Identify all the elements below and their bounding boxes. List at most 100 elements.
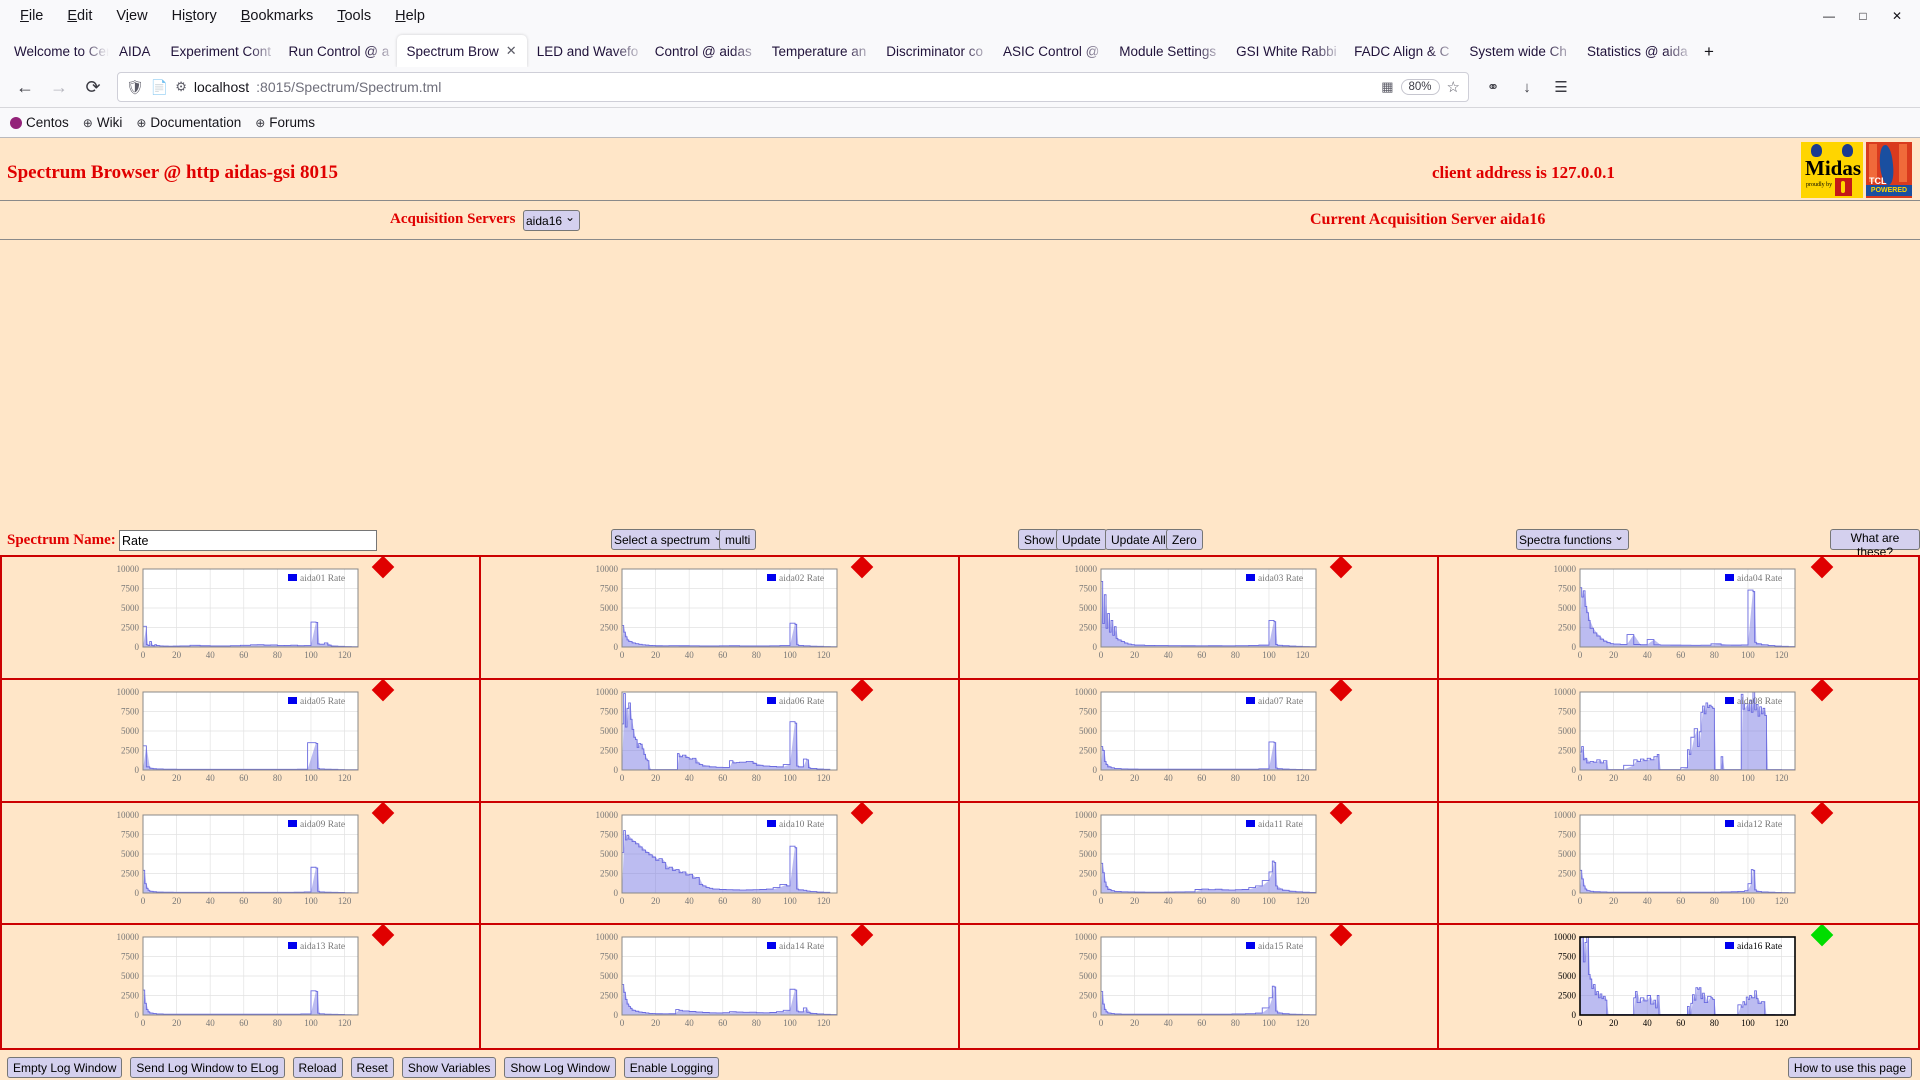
gallery-cell[interactable]: 0 2500 5000 7500 10000 0 20 40 60 80 100 120 aida05 … bbox=[2, 679, 481, 803]
browser-tab-8[interactable]: Discriminator co bbox=[876, 35, 993, 67]
menu-file[interactable]: File bbox=[8, 5, 55, 27]
spectrum-marker[interactable] bbox=[371, 925, 395, 947]
update-all-button[interactable]: Update All bbox=[1105, 529, 1172, 550]
spectrum-marker[interactable] bbox=[371, 557, 395, 579]
address-bar[interactable]: 🛡 📄 ⚙ localhost:8015/Spectrum/Spectrum.t… bbox=[117, 72, 1469, 102]
browser-tab-3[interactable]: Run Control @ a bbox=[279, 35, 397, 67]
show-button[interactable]: Show bbox=[1018, 529, 1061, 550]
bookmark-wiki[interactable]: ⊕ Wiki bbox=[83, 115, 123, 130]
spectrum-plot[interactable]: 0 2500 5000 7500 10000 0 20 40 60 80 100 120 aida13 … bbox=[97, 933, 362, 1033]
bookmark-centos[interactable]: Centos bbox=[10, 115, 69, 130]
forward-icon[interactable]: → bbox=[43, 71, 75, 103]
spectrum-plot[interactable]: 0 2500 5000 7500 10000 0 20 40 60 80 100 120 aida03 … bbox=[1055, 565, 1320, 665]
gallery-cell[interactable]: 0 2500 5000 7500 10000 0 20 40 60 80 100 120 aida02 … bbox=[481, 557, 960, 680]
browser-tab-7[interactable]: Temperature an bbox=[762, 35, 877, 67]
reload-button[interactable]: Reload bbox=[292, 1057, 343, 1078]
show-log-window-button[interactable]: Show Log Window bbox=[504, 1057, 616, 1078]
spectrum-plot[interactable]: 0 2500 5000 7500 10000 0 20 40 60 80 100 120 aida04 … bbox=[1534, 565, 1799, 665]
gallery-cell[interactable]: 0 2500 5000 7500 10000 0 20 40 60 80 100 120 aida06 … bbox=[481, 679, 960, 803]
browser-tab-4[interactable]: Spectrum Brow ✕ bbox=[396, 35, 527, 67]
menu-view[interactable]: View bbox=[104, 5, 159, 27]
browser-tab-14[interactable]: Statistics @ aida bbox=[1577, 35, 1695, 67]
browser-tab-0[interactable]: Welcome to Cen bbox=[4, 35, 109, 67]
multi-button[interactable]: multi bbox=[719, 529, 757, 550]
downloads-icon[interactable]: ↓ bbox=[1511, 71, 1543, 103]
spectrum-plot[interactable]: 0 2500 5000 7500 10000 0 20 40 60 80 100 120 aida08 … bbox=[1534, 688, 1799, 788]
spectrum-plot[interactable]: 0 2500 5000 7500 10000 0 20 40 60 80 100 120 aida06 … bbox=[576, 688, 841, 788]
gallery-cell[interactable]: 0 2500 5000 7500 10000 0 20 40 60 80 100 120 aida13 … bbox=[2, 925, 481, 1048]
app-menu-icon[interactable]: ☰ bbox=[1545, 71, 1577, 103]
menu-help[interactable]: Help bbox=[383, 5, 437, 27]
browser-tab-13[interactable]: System wide Ch bbox=[1459, 35, 1577, 67]
spectrum-plot[interactable]: 0 2500 5000 7500 10000 0 20 40 60 80 100 120 aida07 … bbox=[1055, 688, 1320, 788]
update-button[interactable]: Update bbox=[1056, 529, 1107, 550]
bookmark-forums[interactable]: ⊕ Forums bbox=[255, 115, 315, 130]
spectrum-plot[interactable]: 0 2500 5000 7500 10000 0 20 40 60 80 100 120 aida01 … bbox=[97, 565, 362, 665]
spectrum-marker[interactable] bbox=[1329, 557, 1353, 579]
reader-mode-icon[interactable]: ▦ bbox=[1381, 79, 1393, 95]
spectrum-plot[interactable]: 0 2500 5000 7500 10000 0 20 40 60 80 100 120 aida11 … bbox=[1055, 811, 1320, 911]
spectrum-plot[interactable]: 0 2500 5000 7500 10000 0 20 40 60 80 100 120 aida16 … bbox=[1534, 933, 1799, 1033]
spectrum-marker[interactable] bbox=[850, 802, 874, 824]
how-to-use-this-page-button[interactable]: How to use this page bbox=[1787, 1057, 1912, 1078]
spectrum-plot[interactable]: 0 2500 5000 7500 10000 0 20 40 60 80 100 120 aida10 … bbox=[576, 811, 841, 911]
spectrum-plot[interactable]: 0 2500 5000 7500 10000 0 20 40 60 80 100 120 aida15 … bbox=[1055, 933, 1320, 1033]
zero-button[interactable]: Zero bbox=[1166, 529, 1203, 550]
browser-tab-10[interactable]: Module Settings bbox=[1109, 35, 1226, 67]
spectrum-marker[interactable] bbox=[371, 802, 395, 824]
gallery-cell[interactable]: 0 2500 5000 7500 10000 0 20 40 60 80 100 120 aida11 … bbox=[960, 802, 1439, 926]
spectrum-marker[interactable] bbox=[850, 925, 874, 947]
spectrum-marker[interactable] bbox=[1329, 802, 1353, 824]
new-tab-button[interactable]: + bbox=[1695, 37, 1723, 67]
empty-log-window-button[interactable]: Empty Log Window bbox=[7, 1057, 123, 1078]
minimize-icon[interactable]: — bbox=[1812, 3, 1846, 29]
reset-button[interactable]: Reset bbox=[350, 1057, 394, 1078]
back-icon[interactable]: ← bbox=[9, 71, 41, 103]
menu-tools[interactable]: Tools bbox=[325, 5, 383, 27]
gallery-cell[interactable]: 0 2500 5000 7500 10000 0 20 40 60 80 100 120 aida04 … bbox=[1439, 557, 1918, 680]
select-spectrum-dropdown[interactable]: Select a spectrum bbox=[611, 529, 728, 550]
reload-icon[interactable]: ⟳ bbox=[77, 71, 109, 103]
spectrum-marker[interactable] bbox=[1810, 802, 1834, 824]
menu-bookmarks[interactable]: Bookmarks bbox=[229, 5, 326, 27]
gallery-cell[interactable]: 0 2500 5000 7500 10000 0 20 40 60 80 100 120 aida09 … bbox=[2, 802, 481, 926]
browser-tab-9[interactable]: ASIC Control @ bbox=[993, 35, 1109, 67]
spectrum-name-input[interactable] bbox=[119, 530, 377, 551]
gallery-cell[interactable]: 0 2500 5000 7500 10000 0 20 40 60 80 100 120 aida15 … bbox=[960, 925, 1439, 1048]
spectrum-selected-marker[interactable] bbox=[1810, 925, 1834, 947]
browser-tab-1[interactable]: AIDA bbox=[109, 35, 161, 67]
browser-tab-5[interactable]: LED and Wavefo bbox=[527, 35, 645, 67]
spectrum-marker[interactable] bbox=[850, 557, 874, 579]
spectrum-marker[interactable] bbox=[371, 679, 395, 702]
gallery-cell[interactable]: 0 2500 5000 7500 10000 0 20 40 60 80 100 120 aida14 … bbox=[481, 925, 960, 1048]
acquisition-server-select[interactable]: aida16 bbox=[523, 210, 580, 231]
gallery-cell[interactable]: 0 2500 5000 7500 10000 0 20 40 60 80 100 120 aida01 … bbox=[2, 557, 481, 680]
browser-tab-6[interactable]: Control @ aidas bbox=[645, 35, 762, 67]
browser-tab-12[interactable]: FADC Align & C bbox=[1344, 35, 1459, 67]
spectrum-marker[interactable] bbox=[850, 679, 874, 702]
menu-edit[interactable]: Edit bbox=[55, 5, 104, 27]
gallery-cell[interactable]: 0 2500 5000 7500 10000 0 20 40 60 80 100 120 aida08 … bbox=[1439, 679, 1918, 803]
tab-close-icon[interactable]: ✕ bbox=[506, 43, 517, 59]
bookmark-star-icon[interactable]: ☆ bbox=[1447, 78, 1460, 96]
pocket-icon[interactable]: ⚭ bbox=[1477, 71, 1509, 103]
maximize-icon[interactable]: □ bbox=[1846, 3, 1880, 29]
browser-tab-11[interactable]: GSI White Rabbi bbox=[1226, 35, 1344, 67]
spectrum-marker[interactable] bbox=[1810, 679, 1834, 702]
menu-history[interactable]: History bbox=[160, 5, 229, 27]
spectrum-marker[interactable] bbox=[1810, 557, 1834, 579]
gallery-cell[interactable]: 0 2500 5000 7500 10000 0 20 40 60 80 100 120 aida16 … bbox=[1439, 925, 1918, 1048]
spectrum-marker[interactable] bbox=[1329, 925, 1353, 947]
bookmark-documentation[interactable]: ⊕ Documentation bbox=[136, 115, 241, 130]
zoom-level-badge[interactable]: 80% bbox=[1400, 79, 1440, 95]
close-icon[interactable]: ✕ bbox=[1880, 3, 1914, 29]
spectrum-plot[interactable]: 0 2500 5000 7500 10000 0 20 40 60 80 100 120 aida05 … bbox=[97, 688, 362, 788]
spectrum-plot[interactable]: 0 2500 5000 7500 10000 0 20 40 60 80 100 120 aida14 … bbox=[576, 933, 841, 1033]
gallery-cell[interactable]: 0 2500 5000 7500 10000 0 20 40 60 80 100 120 aida10 … bbox=[481, 802, 960, 926]
gallery-cell[interactable]: 0 2500 5000 7500 10000 0 20 40 60 80 100 120 aida03 … bbox=[960, 557, 1439, 680]
show-variables-button[interactable]: Show Variables bbox=[401, 1057, 497, 1078]
spectrum-marker[interactable] bbox=[1329, 679, 1353, 702]
gallery-cell[interactable]: 0 2500 5000 7500 10000 0 20 40 60 80 100 120 aida07 … bbox=[960, 679, 1439, 803]
enable-logging-button[interactable]: Enable Logging bbox=[623, 1057, 720, 1078]
send-log-to-elog-button[interactable]: Send Log Window to ELog bbox=[130, 1057, 285, 1078]
